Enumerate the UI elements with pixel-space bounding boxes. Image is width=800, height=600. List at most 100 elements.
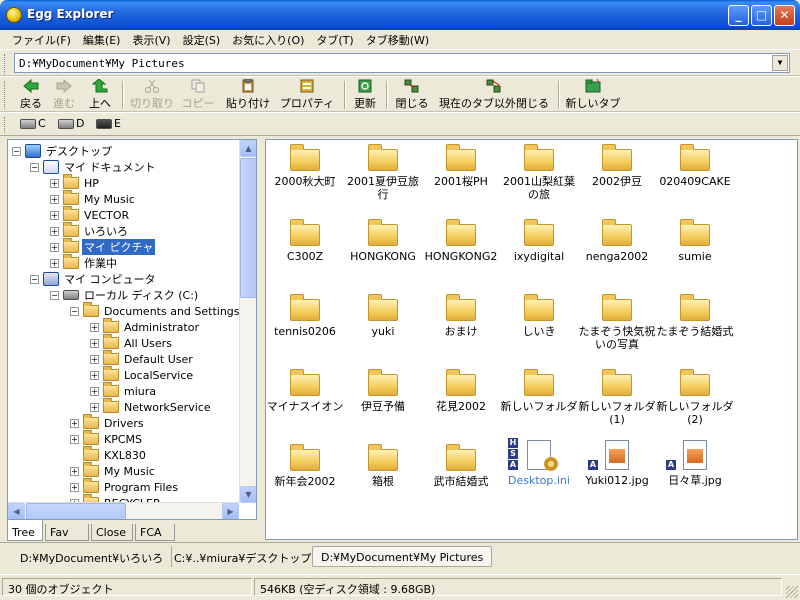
tab-fca[interactable]: FCA [135, 524, 175, 541]
close-button[interactable]: ✕ [774, 5, 795, 26]
title-bar[interactable]: Egg Explorer _ □ ✕ [0, 0, 800, 30]
folder-item[interactable]: 新しいフォルダ [500, 368, 578, 413]
scroll-right-button[interactable]: ▶ [222, 503, 239, 519]
folder-item[interactable]: おまけ [422, 293, 500, 338]
folder-item[interactable]: たまぞう快気祝いの写真 [578, 293, 656, 351]
paste-button[interactable]: 貼り付け [224, 79, 272, 111]
expand-toggle[interactable]: + [90, 338, 99, 348]
folder-item[interactable]: 2000秋大町 [266, 143, 344, 188]
folder-item[interactable]: 花見2002 [422, 368, 500, 413]
tree-node-folder[interactable]: + いろいろ [50, 222, 130, 239]
expand-toggle[interactable]: + [70, 466, 79, 476]
folder-item[interactable]: HONGKONG [344, 218, 422, 263]
tree-node-folder[interactable]: + VECTOR [50, 206, 131, 223]
tree-node-folder[interactable]: + KPCMS [70, 430, 144, 447]
toolbar-grip[interactable] [4, 117, 7, 133]
minimize-button[interactable]: _ [728, 5, 749, 26]
close-tab-button[interactable]: 閉じる [392, 79, 432, 111]
folder-tree[interactable]: − デスクトップ − マイ ドキュメント + HP + My Music + V… [7, 139, 257, 520]
folder-item[interactable]: 新しいフォルダ (2) [656, 368, 734, 426]
collapse-toggle[interactable]: − [30, 162, 39, 172]
back-button[interactable]: 戻る [14, 79, 48, 111]
tree-node-folder[interactable]: + All Users [90, 334, 174, 351]
drive-c-button[interactable]: C [20, 117, 46, 130]
folder-item[interactable]: 020409CAKE [656, 143, 734, 188]
folder-item[interactable]: ixydigital [500, 218, 578, 263]
expand-toggle[interactable]: + [90, 402, 99, 412]
tree-node-my-pictures[interactable]: + マイ ピクチャ [50, 238, 156, 255]
menu-settings[interactable]: 設定(S) [177, 30, 227, 49]
up-button[interactable]: 上へ [84, 79, 116, 111]
folder-item[interactable]: sumie [656, 218, 734, 263]
tree-node-folder[interactable]: KXL830 [83, 446, 148, 463]
expand-toggle[interactable]: + [50, 242, 59, 252]
scroll-thumb[interactable] [240, 158, 256, 298]
address-dropdown-button[interactable]: ▼ [772, 55, 788, 71]
menu-tab-move[interactable]: タブ移動(W) [360, 30, 435, 49]
tree-node-folder[interactable]: + My Music [70, 462, 157, 479]
collapse-toggle[interactable]: − [70, 306, 79, 316]
toolbar-grip[interactable] [4, 81, 7, 109]
tree-node-local-disk[interactable]: − ローカル ディスク (C:) [50, 287, 200, 303]
folder-item[interactable]: HONGKONG2 [422, 218, 500, 263]
menu-edit[interactable]: 編集(E) [77, 30, 127, 49]
tree-vertical-scrollbar[interactable]: ▲ ▼ [239, 140, 256, 503]
folder-item[interactable]: tennis0206 [266, 293, 344, 338]
tree-node-folder[interactable]: + Program Files [70, 478, 180, 495]
expand-toggle[interactable]: + [50, 194, 59, 204]
file-list[interactable]: 2000秋大町 2001夏伊豆旅行 2001桜PH 2001山梨紅葉の旅 200… [265, 139, 798, 540]
expand-toggle[interactable]: + [90, 386, 99, 396]
menu-file[interactable]: ファイル(F) [6, 30, 77, 49]
scroll-up-button[interactable]: ▲ [240, 140, 256, 157]
tree-node-my-computer[interactable]: − マイ コンピュータ [30, 271, 158, 287]
close-other-tabs-button[interactable]: 現在のタブ以外閉じる [436, 79, 552, 111]
file-item[interactable]: A Yuki012.jpg [578, 438, 656, 487]
collapse-toggle[interactable]: − [12, 146, 21, 156]
tree-node-folder[interactable]: + miura [90, 382, 158, 399]
expand-toggle[interactable]: + [50, 258, 59, 268]
tree-node-folder[interactable]: − Documents and Settings [70, 302, 242, 319]
tab-tree[interactable]: Tree [7, 520, 43, 541]
folder-item[interactable]: 新年会2002 [266, 443, 344, 488]
file-item[interactable]: A 日々草.jpg [656, 438, 734, 487]
folder-item[interactable]: 新しいフォルダ (1) [578, 368, 656, 426]
expand-toggle[interactable]: + [70, 434, 79, 444]
menu-favorites[interactable]: お気に入り(O) [226, 30, 310, 49]
drive-d-button[interactable]: D [58, 117, 84, 130]
folder-item[interactable]: たまぞう結婚式 [656, 293, 734, 338]
menu-view[interactable]: 表示(V) [126, 30, 176, 49]
tree-node-my-documents[interactable]: − マイ ドキュメント [30, 159, 158, 175]
tree-node-folder[interactable]: + NetworkService [90, 398, 213, 415]
scroll-thumb[interactable] [26, 503, 126, 519]
tab-fav[interactable]: Fav [45, 524, 89, 541]
copy-button[interactable]: コピー [180, 79, 216, 111]
drive-e-button[interactable]: E [96, 117, 121, 130]
expand-toggle[interactable]: + [50, 210, 59, 220]
collapse-toggle[interactable]: − [50, 290, 59, 300]
location-tab[interactable]: D:¥MyDocument¥いろいろ [12, 546, 173, 567]
location-tab-active[interactable]: D:¥MyDocument¥My Pictures [312, 546, 493, 567]
scroll-down-button[interactable]: ▼ [240, 486, 256, 503]
folder-item[interactable]: 2002伊豆 [578, 143, 656, 188]
folder-item[interactable]: 伊豆予備 [344, 368, 422, 413]
tree-node-folder[interactable]: + Drivers [70, 414, 146, 431]
folder-item[interactable]: 箱根 [344, 443, 422, 488]
folder-item[interactable]: yuki [344, 293, 422, 338]
folder-item[interactable]: 2001山梨紅葉の旅 [500, 143, 578, 201]
resize-grip[interactable] [786, 586, 798, 598]
tree-node-folder[interactable]: + LocalService [90, 366, 195, 383]
tree-node-folder[interactable]: + Administrator [90, 318, 201, 335]
maximize-button[interactable]: □ [751, 5, 772, 26]
refresh-button[interactable]: 更新 [350, 79, 380, 111]
folder-item[interactable]: しいき [500, 293, 578, 338]
cut-button[interactable]: 切り取り [128, 79, 176, 111]
menu-tab[interactable]: タブ(T) [310, 30, 359, 49]
folder-item[interactable]: nenga2002 [578, 218, 656, 263]
folder-item[interactable]: 武市結婚式 [422, 443, 500, 488]
expand-toggle[interactable]: + [70, 482, 79, 492]
expand-toggle[interactable]: + [90, 354, 99, 364]
expand-toggle[interactable]: + [70, 418, 79, 428]
address-input[interactable]: D:¥MyDocument¥My Pictures ▼ [14, 53, 790, 73]
expand-toggle[interactable]: + [90, 370, 99, 380]
folder-item[interactable]: 2001夏伊豆旅行 [344, 143, 422, 201]
